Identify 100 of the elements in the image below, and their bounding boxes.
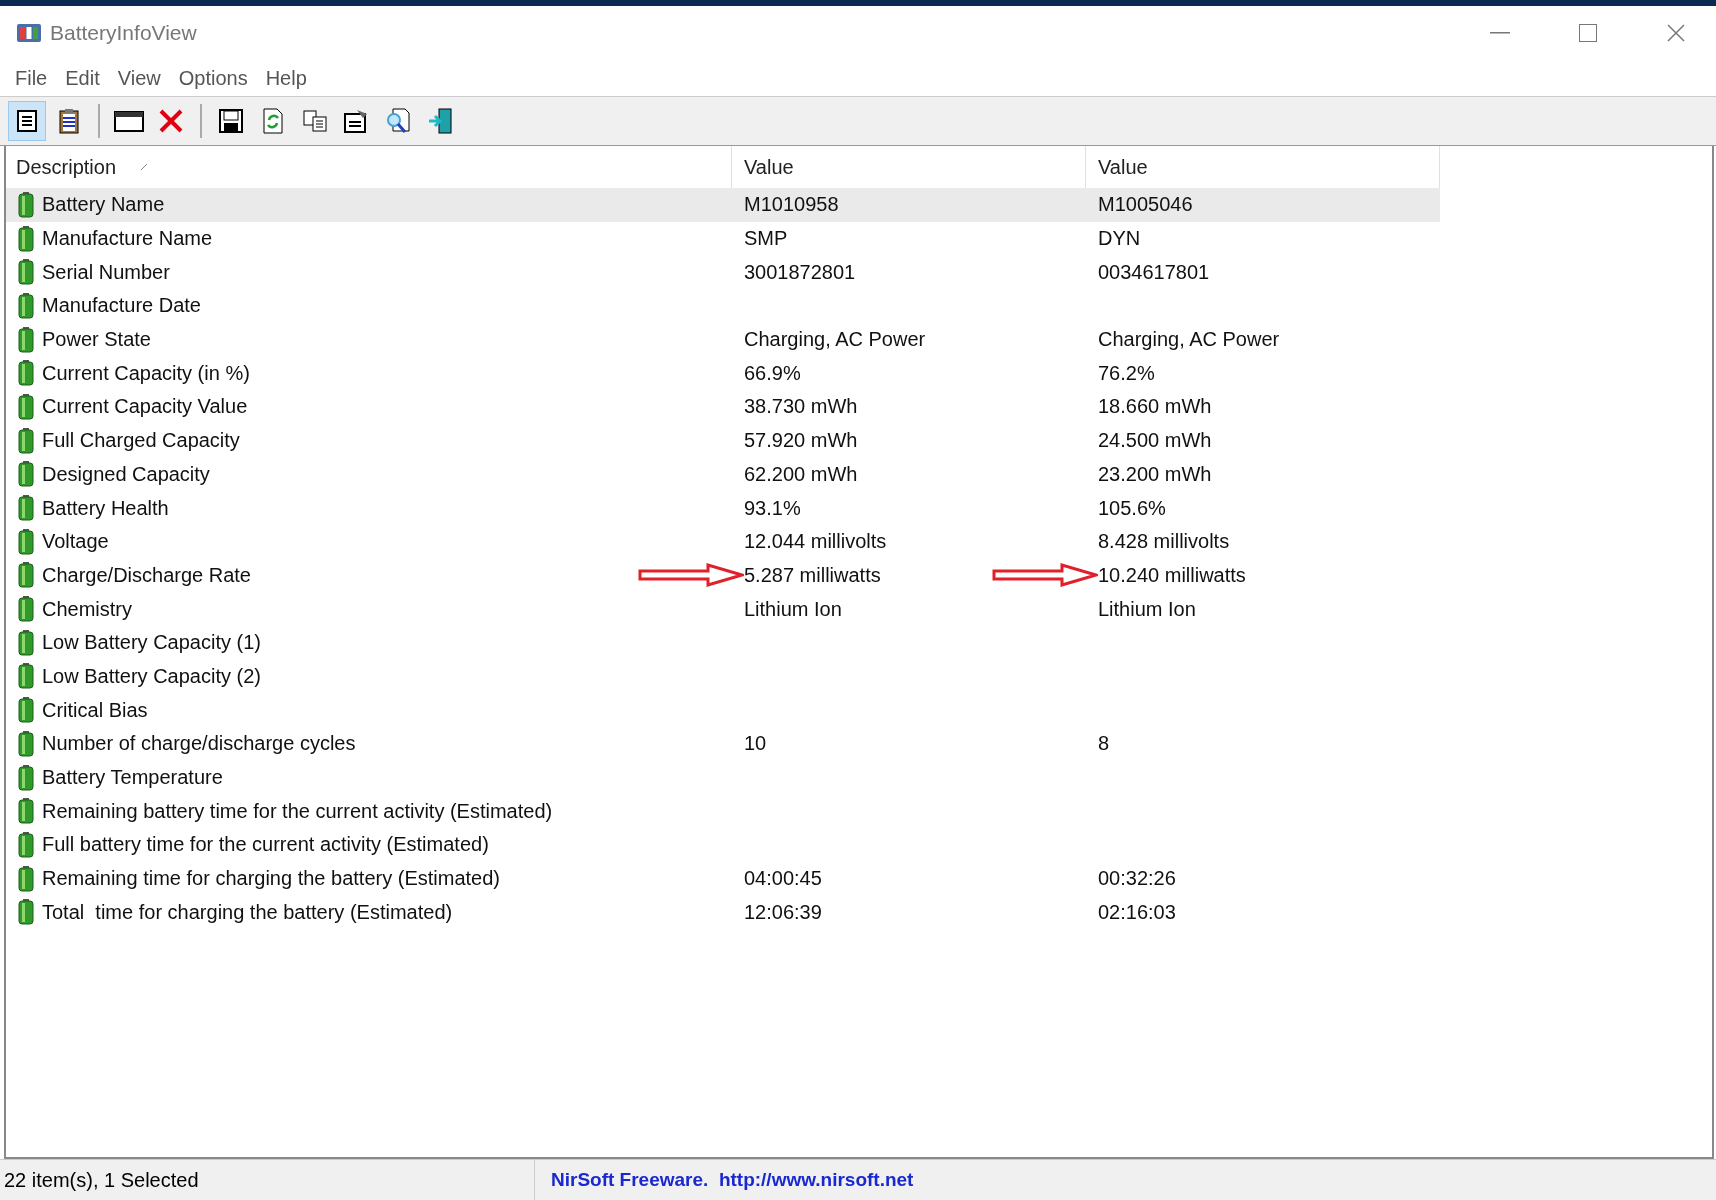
table-cell: Remaining battery time for the current activity (Estimated) [42, 799, 553, 823]
table-cell: 57.920 mWh [744, 429, 858, 452]
table-row[interactable]: Power State Charging, AC Power Charging, AC Power [6, 322, 1440, 357]
app-icon [16, 23, 42, 43]
table-cell: Lithium Ion [744, 597, 842, 620]
table-cell: Current Capacity Value [42, 395, 248, 419]
table-cell: DYN [1098, 227, 1141, 250]
status-link[interactable]: NirSoft Freeware. http://www.nirsoft.net [535, 1160, 914, 1200]
table-cell: 105.6% [1098, 496, 1166, 519]
table-row[interactable]: Serial Number 3001872801 0034617801 [6, 255, 1440, 290]
table-cell: Battery Health [42, 496, 169, 520]
menu-item[interactable]: Edit [56, 64, 109, 92]
table-row[interactable]: Manufacture Date [6, 289, 1440, 323]
table-cell: Power State [42, 328, 151, 352]
table-row[interactable]: Remaining battery time for the current activity (Estimated) [6, 794, 1440, 829]
table-row[interactable]: Battery Temperature [6, 760, 1440, 795]
table-cell: Manufacture Name [42, 227, 213, 251]
table-row[interactable]: Number of charge/discharge cycles 10 8 [6, 727, 1440, 761]
table-cell: 38.730 mWh [744, 395, 858, 418]
menu-item[interactable]: File [6, 64, 57, 92]
table-cell: 3001872801 [744, 260, 856, 283]
door-arrow-icon [427, 107, 455, 135]
table-cell: Battery Temperature [42, 766, 223, 790]
maximize-icon [1579, 24, 1597, 42]
table-row[interactable]: Charge/Discharge Rate 5.287 milliwatts 10.240 milliwatts [6, 558, 1440, 593]
table-cell: 18.660 mWh [1098, 395, 1212, 418]
table-row[interactable]: Current Capacity Value 38.730 mWh 18.660 mWh [6, 390, 1440, 424]
battery-icon [18, 495, 34, 522]
window-icon [114, 109, 144, 133]
table-row[interactable]: Full Charged Capacity 57.920 mWh 24.500 mWh [6, 423, 1440, 458]
table-cell: Charge/Discharge Rate [42, 563, 251, 587]
table-cell: 12.044 millivolts [744, 530, 887, 553]
battery-icon [18, 225, 34, 252]
table-cell: 24.500 mWh [1098, 429, 1212, 452]
table-cell: 8.428 millivolts [1098, 530, 1230, 553]
save-icon [218, 108, 244, 134]
battery-icon [18, 562, 34, 589]
menu-item[interactable]: View [108, 64, 170, 92]
table-row[interactable]: Battery Health 93.1% 105.6% [6, 491, 1440, 525]
battery-icon [18, 899, 34, 926]
battery-icon [18, 764, 34, 791]
table-cell: 0034617801 [1098, 260, 1210, 283]
search-icon [385, 107, 413, 135]
menu-item[interactable]: Options [169, 64, 257, 92]
table-cell: 23.200 mWh [1098, 462, 1212, 485]
table-cell: 76.2% [1098, 361, 1155, 384]
battery-icon [18, 596, 34, 623]
table-cell: M1005046 [1098, 193, 1193, 216]
table-cell: Low Battery Capacity (2) [42, 664, 261, 688]
close-icon [1667, 24, 1685, 42]
battery-icon [18, 461, 34, 488]
battery-icon [18, 697, 34, 724]
table-row[interactable]: Low Battery Capacity (1) [6, 625, 1440, 660]
table-cell: SMP [744, 227, 788, 250]
table-cell: Remaining time for charging the battery (Estimated) [42, 867, 500, 891]
table-row[interactable]: Current Capacity (in %) 66.9% 76.2% [6, 356, 1440, 391]
table-cell: 00:32:26 [1098, 867, 1176, 890]
menu-item[interactable]: Help [256, 64, 316, 92]
table-row[interactable]: Critical Bias [6, 693, 1440, 727]
battery-icon [18, 292, 34, 319]
table-cell: Full battery time for the current activity (Estimated) [42, 833, 489, 857]
table-cell: Number of charge/discharge cycles [42, 732, 356, 756]
table-cell: Full Charged Capacity [42, 429, 240, 453]
toolbar-button[interactable] [8, 101, 46, 141]
table-row[interactable]: Full battery time for the current activity (Estimated) [6, 828, 1440, 862]
table-cell: 04:00:45 [744, 867, 822, 890]
table-row[interactable]: Manufacture Name SMP DYN [6, 221, 1440, 256]
battery-icon [18, 730, 34, 757]
sort-icon [140, 163, 149, 171]
battery-icon [18, 191, 34, 218]
table-cell: Charging, AC Power [1098, 328, 1280, 351]
table-cell: 5.287 milliwatts [744, 563, 881, 586]
table-cell: 62.200 mWh [744, 462, 858, 485]
table-cell: Lithium Ion [1098, 597, 1196, 620]
battery-icon [18, 393, 34, 420]
table-cell: 93.1% [744, 496, 801, 519]
table-row[interactable]: Designed Capacity 62.200 mWh 23.200 mWh [6, 457, 1440, 492]
table-row[interactable]: Total time for charging the battery (Estimated) 12:06:39 02:16:03 [6, 895, 1440, 930]
battery-icon [18, 865, 34, 892]
battery-icon [18, 629, 34, 656]
table-cell: 66.9% [744, 361, 801, 384]
table-row[interactable]: Voltage 12.044 millivolts 8.428 millivolts [6, 524, 1440, 559]
battery-icon [18, 663, 34, 690]
table-cell: 8 [1098, 732, 1110, 755]
battery-icon [18, 326, 34, 353]
table-cell: Charging, AC Power [744, 328, 926, 351]
table-cell: 12:06:39 [744, 900, 822, 923]
table-cell: Low Battery Capacity (1) [42, 631, 261, 655]
list-view-icon [15, 109, 39, 133]
table-row[interactable]: Battery Name M1010958 M1005046 [6, 188, 1440, 222]
battery-icon [18, 427, 34, 454]
table-row[interactable]: Remaining time for charging the battery (Estimated) 04:00:45 00:32:26 [6, 861, 1440, 896]
table-row[interactable]: Low Battery Capacity (2) [6, 659, 1440, 694]
copy-icon [302, 109, 328, 133]
table-cell: 02:16:03 [1098, 900, 1176, 923]
delete-icon [158, 108, 184, 134]
table-cell: M1010958 [744, 193, 839, 216]
table-row[interactable]: Chemistry Lithium Ion Lithium Ion [6, 592, 1440, 626]
status-text: 22 item(s), 1 Selected [0, 1160, 535, 1200]
minimize-icon [1490, 32, 1510, 34]
